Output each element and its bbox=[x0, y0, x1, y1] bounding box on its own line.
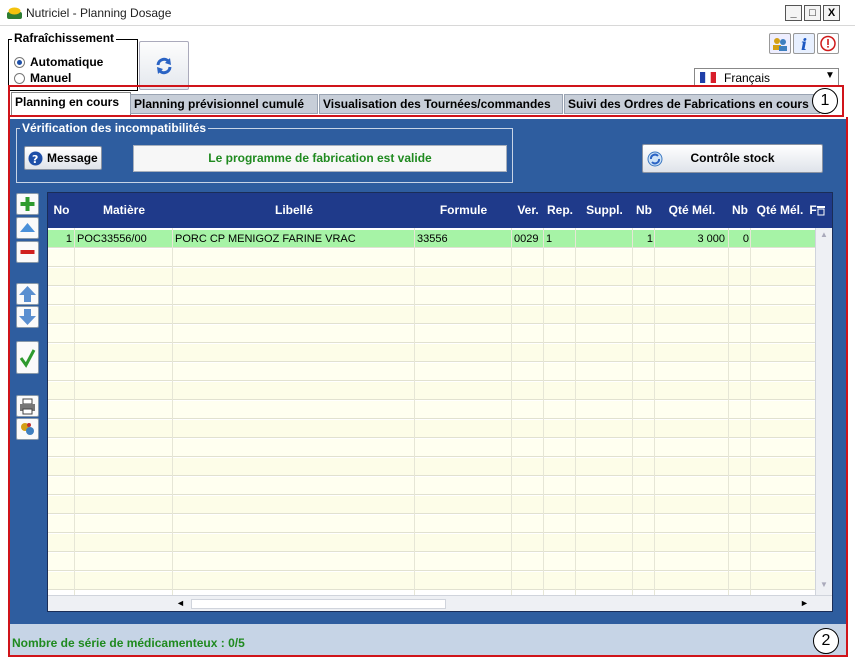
radio-automatic-label[interactable]: Automatique bbox=[30, 55, 103, 69]
radio-manual[interactable] bbox=[14, 73, 25, 84]
alert-icon[interactable] bbox=[817, 33, 839, 54]
callout-2: 2 bbox=[813, 628, 839, 654]
minimize-button[interactable]: _ bbox=[785, 5, 802, 21]
chevron-down-icon: ▼ bbox=[825, 70, 835, 81]
refresh-button[interactable] bbox=[139, 41, 189, 90]
language-select[interactable]: Français ▼ bbox=[694, 68, 839, 86]
callout-1: 1 bbox=[812, 88, 838, 114]
radio-automatic[interactable] bbox=[14, 57, 25, 68]
svg-text:i: i bbox=[801, 35, 807, 53]
app-icon bbox=[7, 7, 22, 19]
language-label: Français bbox=[724, 71, 771, 85]
highlight-box-tabs bbox=[8, 85, 844, 117]
close-button[interactable]: X bbox=[823, 5, 840, 21]
window-title: Nutriciel - Planning Dosage bbox=[26, 6, 172, 20]
users-icon[interactable] bbox=[769, 33, 791, 54]
refresh-group-label: Rafraîchissement bbox=[12, 31, 117, 45]
flag-france-icon bbox=[700, 72, 716, 83]
info-icon[interactable]: i bbox=[793, 33, 815, 54]
maximize-button[interactable]: □ bbox=[804, 5, 821, 21]
refresh-icon bbox=[156, 57, 172, 75]
radio-manual-label[interactable]: Manuel bbox=[30, 71, 71, 85]
highlight-box-panel bbox=[8, 117, 848, 657]
